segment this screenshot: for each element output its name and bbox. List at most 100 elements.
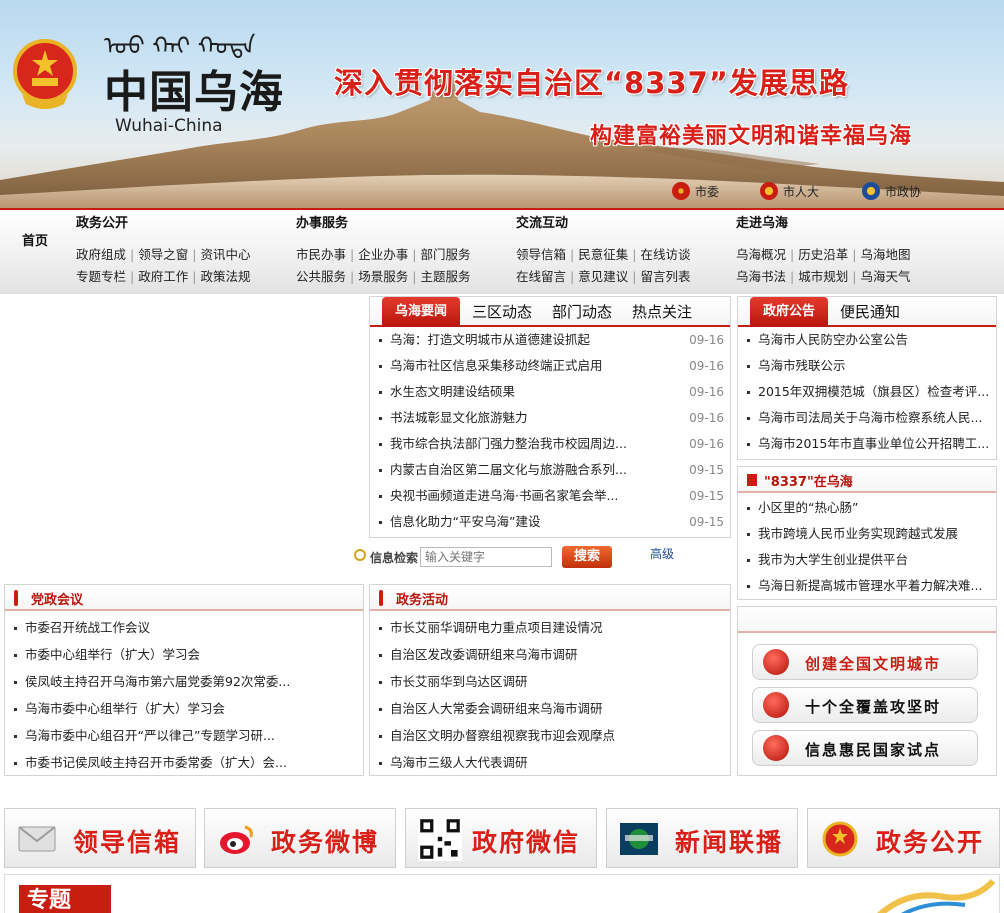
search-button[interactable]: 搜索 — [562, 546, 612, 568]
nav-link[interactable]: 专题专栏 — [76, 269, 126, 284]
nav-row: 政府组成 | 领导之窗 | 资讯中心 — [76, 247, 251, 262]
nav-link[interactable]: 乌海书法 — [736, 269, 786, 284]
nav-link[interactable]: 公共服务 — [296, 269, 346, 284]
tab-gov-announcements[interactable]: 政府公告 — [750, 297, 828, 327]
tab-wuhai-news[interactable]: 乌海要闻 — [382, 297, 460, 327]
city-name-english: Wuhai-China — [115, 116, 223, 136]
list-item[interactable]: 乌海市委中心组召开“严以律己”专题学习研... — [5, 723, 363, 750]
section-header: "8337"在乌海 — [738, 467, 996, 493]
list-item[interactable]: 我市综合执法部门强力整治我市校园周边... 09-16 — [370, 431, 730, 457]
national-emblem-icon — [822, 821, 858, 857]
section-title[interactable]: "8337"在乌海 — [764, 471, 853, 490]
link-peoples-congress[interactable]: 市人大 — [760, 182, 819, 200]
section-title[interactable]: 政务活动 — [396, 589, 448, 608]
nav-link[interactable]: 意见建议 — [578, 269, 628, 284]
list-item[interactable]: 市长艾丽华调研电力重点项目建设情况 — [370, 615, 730, 642]
badge-icon — [763, 692, 789, 718]
nav-group-title[interactable]: 办事服务 — [296, 212, 348, 231]
feature-ten-full-coverage[interactable]: 十个全覆盖攻坚时 — [752, 687, 978, 723]
link-party-committee[interactable]: 市委 — [672, 182, 719, 200]
search-label: 信息检索 — [370, 551, 419, 565]
wechat-banner[interactable]: 政府微信 — [405, 808, 597, 868]
list-item[interactable]: 内蒙古自治区第二届文化与旅游融合系列... 09-15 — [370, 457, 730, 483]
list-item[interactable]: 自治区发改委调研组来乌海市调研 — [370, 642, 730, 669]
list-item[interactable]: 央视书画频道走进乌海·书画名家笔会举... 09-15 — [370, 483, 730, 509]
list-item[interactable]: 自治区人大常委会调研组来乌海市调研 — [370, 696, 730, 723]
topic-banner-decoration — [877, 879, 995, 913]
nav-link[interactable]: 民意征集 — [578, 247, 628, 262]
tab-hot-topics[interactable]: 热点关注 — [632, 297, 692, 327]
nav-group-title[interactable]: 走进乌海 — [736, 212, 788, 231]
list-item[interactable]: 自治区文明办督察组视察我市迎会观摩点 — [370, 723, 730, 750]
badge-icon — [763, 649, 789, 675]
nav-link[interactable]: 城市规划 — [798, 269, 848, 284]
news-broadcast-banner[interactable]: 新闻联播 — [606, 808, 798, 868]
list-item[interactable]: 乌海日新提高城市管理水平着力解决难... — [738, 573, 996, 599]
nav-link[interactable]: 场景服务 — [358, 269, 408, 284]
nav-link[interactable]: 部门服务 — [420, 247, 470, 262]
qr-code-icon — [418, 817, 462, 861]
nav-row: 在线留言 | 意见建议 | 留言列表 — [516, 269, 691, 284]
list-item[interactable]: 2015年双拥模范城（旗县区）检查考评... — [738, 379, 996, 405]
weibo-banner[interactable]: 政务微博 — [204, 808, 396, 868]
list-item[interactable]: 小区里的“热心肠” — [738, 495, 996, 521]
main-navigation: 首页 政务公开 政府组成 | 领导之窗 | 资讯中心 专题专栏 | 政府工作 | 政策法规 办事… — [0, 208, 1004, 294]
list-item[interactable]: 水生态文明建设结硕果 09-16 — [370, 379, 730, 405]
list-item[interactable]: 书法城彰显文化旅游魅力 09-16 — [370, 405, 730, 431]
list-item[interactable]: 乌海市司法局关于乌海市检察系统人民... — [738, 405, 996, 431]
tab-department-news[interactable]: 部门动态 — [552, 297, 612, 327]
cppcc-emblem-icon — [862, 182, 880, 200]
nav-link[interactable]: 历史沿革 — [798, 247, 848, 262]
search-input[interactable] — [420, 547, 552, 567]
news-list: 乌海：打造文明城市从道德建设抓起 09-16 乌海市社区信息采集移动终端正式启用 0… — [370, 327, 730, 535]
nav-link[interactable]: 在线留言 — [516, 269, 566, 284]
list-item[interactable]: 我市跨境人民币业务实现跨越式发展 — [738, 521, 996, 547]
nav-link[interactable]: 企业办事 — [358, 247, 408, 262]
tab-public-notices[interactable]: 便民通知 — [840, 297, 900, 327]
nav-group-title[interactable]: 政务公开 — [76, 212, 128, 231]
party-meetings-panel: 党政会议 市委召开统战工作会议 市委中心组举行（扩大）学习会 侯凤岐主持召开乌海… — [4, 584, 364, 776]
nav-link[interactable]: 领导信箱 — [516, 247, 566, 262]
advanced-search-link[interactable]: 高级 — [650, 545, 674, 562]
special-topics-banner[interactable]: 专题 — [4, 874, 1000, 913]
list-item[interactable]: 市委召开统战工作会议 — [5, 615, 363, 642]
section-title[interactable]: 党政会议 — [31, 589, 83, 608]
tab-district-news[interactable]: 三区动态 — [472, 297, 532, 327]
list-item[interactable]: 市委书记侯凤岐主持召开市委常委（扩大）会... — [5, 750, 363, 777]
nav-link[interactable]: 政府工作 — [138, 269, 188, 284]
list-item[interactable]: 侯凤岐主持召开乌海市第六届党委第92次常委... — [5, 669, 363, 696]
list-item[interactable]: 乌海市残联公示 — [738, 353, 996, 379]
nav-link[interactable]: 主题服务 — [420, 269, 470, 284]
feature-civilized-city[interactable]: 创建全国文明城市 — [752, 644, 978, 680]
nav-link[interactable]: 政策法规 — [200, 269, 250, 284]
nav-link[interactable]: 资讯中心 — [200, 247, 250, 262]
list-item[interactable]: 信息化助力“平安乌海”建设 09-15 — [370, 509, 730, 535]
slogan-line-1: 深入贯彻落实自治区“8337”发展思路 — [334, 66, 849, 100]
list-item[interactable]: 乌海市三级人大代表调研 — [370, 750, 730, 777]
list-item[interactable]: 乌海市社区信息采集移动终端正式启用 09-16 — [370, 353, 730, 379]
nav-link[interactable]: 乌海天气 — [860, 269, 910, 284]
list-item[interactable]: 乌海市委中心组举行（扩大）学习会 — [5, 696, 363, 723]
list-item[interactable]: 乌海市人民防空办公室公告 — [738, 327, 996, 353]
list-item[interactable]: 市长艾丽华到乌达区调研 — [370, 669, 730, 696]
list-item[interactable]: 我市为大学生创业提供平台 — [738, 547, 996, 573]
list-item[interactable]: 乌海：打造文明城市从道德建设抓起 09-16 — [370, 327, 730, 353]
leader-mailbox-banner[interactable]: 领导信箱 — [4, 808, 196, 868]
nav-link[interactable]: 在线访谈 — [640, 247, 690, 262]
nav-link[interactable]: 领导之窗 — [138, 247, 188, 262]
list-item[interactable]: 市委中心组举行（扩大）学习会 — [5, 642, 363, 669]
feature-info-benefit[interactable]: 信息惠民国家试点 — [752, 730, 978, 766]
slideshow-area[interactable] — [4, 300, 364, 570]
notices-panel: 政府公告 便民通知 乌海市人民防空办公室公告 乌海市残联公示 2015年双拥模范… — [737, 296, 997, 460]
list-item[interactable]: 乌海市2015年市直事业单位公开招聘工... — [738, 431, 996, 457]
nav-link[interactable]: 留言列表 — [640, 269, 690, 284]
nav-group-title[interactable]: 交流互动 — [516, 212, 568, 231]
gov-affairs-open-banner[interactable]: 政务公开 — [807, 808, 1000, 868]
nav-link[interactable]: 乌海概况 — [736, 247, 786, 262]
link-cppcc[interactable]: 市政协 — [862, 182, 921, 200]
nav-link[interactable]: 乌海地图 — [860, 247, 910, 262]
nav-link[interactable]: 市民办事 — [296, 247, 346, 262]
nav-home-link[interactable]: 首页 — [22, 230, 48, 249]
nav-link[interactable]: 政府组成 — [76, 247, 126, 262]
section-header: 政务活动 — [370, 585, 730, 611]
